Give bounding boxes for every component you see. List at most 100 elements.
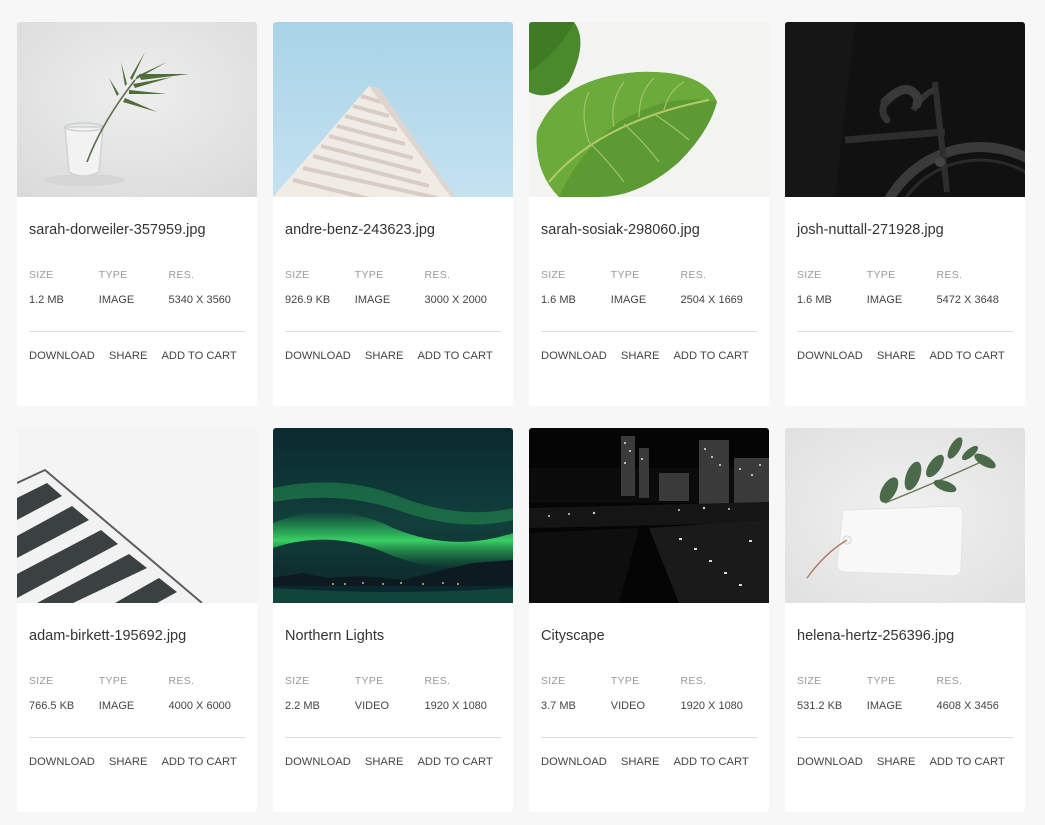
file-meta: SIZE 926.9 KB TYPE IMAGE RES. 3000 X 2000: [285, 269, 501, 307]
night-city-photo[interactable]: [529, 428, 769, 603]
type-label: TYPE: [354, 675, 384, 687]
media-card[interactable]: helena-hertz-256396.jpg SIZE 531.2 KB TYP…: [785, 428, 1025, 812]
white-building-sky-photo[interactable]: [273, 22, 513, 197]
download-button[interactable]: DOWNLOAD: [797, 755, 863, 769]
divider: [29, 737, 245, 738]
res-label: RES.: [936, 675, 963, 687]
size-value: 531.2 KB: [797, 700, 843, 712]
share-button[interactable]: SHARE: [365, 755, 404, 769]
type-value: IMAGE: [610, 294, 647, 306]
type-value: VIDEO: [610, 700, 645, 712]
share-button[interactable]: SHARE: [109, 755, 148, 769]
res-label: RES.: [936, 269, 963, 281]
divider: [29, 331, 245, 332]
type-label: TYPE: [866, 675, 896, 687]
res-value: 5472 X 3648: [936, 294, 999, 306]
size-value: 766.5 KB: [29, 700, 75, 712]
size-value: 2.2 MB: [285, 700, 320, 712]
file-name: sarah-sosiak-298060.jpg: [541, 222, 700, 238]
add-to-cart-button[interactable]: ADD TO CART: [929, 349, 1004, 363]
plant-in-glass-photo[interactable]: [17, 22, 257, 197]
res-value: 1920 X 1080: [680, 700, 743, 712]
size-value: 1.6 MB: [541, 294, 576, 306]
download-button[interactable]: DOWNLOAD: [797, 349, 863, 363]
add-to-cart-button[interactable]: ADD TO CART: [417, 755, 492, 769]
size-label: SIZE: [285, 675, 310, 687]
type-label: TYPE: [866, 269, 896, 281]
size-label: SIZE: [541, 269, 566, 281]
res-label: RES.: [168, 269, 195, 281]
download-button[interactable]: DOWNLOAD: [285, 755, 351, 769]
add-to-cart-button[interactable]: ADD TO CART: [161, 349, 236, 363]
card-actions: DOWNLOAD SHARE ADD TO CART: [29, 349, 245, 363]
divider: [797, 331, 1013, 332]
type-label: TYPE: [98, 269, 128, 281]
res-value: 3000 X 2000: [424, 294, 487, 306]
share-button[interactable]: SHARE: [877, 349, 916, 363]
share-button[interactable]: SHARE: [877, 755, 916, 769]
file-meta: SIZE 1.2 MB TYPE IMAGE RES. 5340 X 3560: [29, 269, 245, 307]
add-to-cart-button[interactable]: ADD TO CART: [929, 755, 1004, 769]
size-label: SIZE: [29, 269, 54, 281]
file-name: sarah-dorweiler-357959.jpg: [29, 222, 206, 238]
type-value: IMAGE: [98, 700, 135, 712]
media-card[interactable]: adam-birkett-195692.jpg SIZE 766.5 KB TYP…: [17, 428, 257, 812]
green-leaf-photo[interactable]: [529, 22, 769, 197]
download-button[interactable]: DOWNLOAD: [29, 755, 95, 769]
share-button[interactable]: SHARE: [621, 349, 660, 363]
type-value: IMAGE: [98, 294, 135, 306]
download-button[interactable]: DOWNLOAD: [29, 349, 95, 363]
share-button[interactable]: SHARE: [621, 755, 660, 769]
type-label: TYPE: [610, 269, 640, 281]
file-name: Northern Lights: [285, 628, 385, 644]
card-actions: DOWNLOAD SHARE ADD TO CART: [29, 755, 245, 769]
card-actions: DOWNLOAD SHARE ADD TO CART: [285, 755, 501, 769]
add-to-cart-button[interactable]: ADD TO CART: [161, 755, 236, 769]
download-button[interactable]: DOWNLOAD: [541, 755, 607, 769]
aurora-photo[interactable]: [273, 428, 513, 603]
media-card[interactable]: josh-nuttall-271928.jpg SIZE 1.6 MB TYPE I…: [785, 22, 1025, 406]
size-value: 1.6 MB: [797, 294, 832, 306]
type-value: IMAGE: [866, 700, 903, 712]
file-meta: SIZE 531.2 KB TYPE IMAGE RES. 4608 X 3456: [797, 675, 1013, 713]
download-button[interactable]: DOWNLOAD: [541, 349, 607, 363]
media-card[interactable]: andre-benz-243623.jpg SIZE 926.9 KB TYPE I…: [273, 22, 513, 406]
media-card[interactable]: Cityscape SIZE 3.7 MB TYPE VIDEO RES. 1920 …: [529, 428, 769, 812]
media-card[interactable]: sarah-sosiak-298060.jpg SIZE 1.6 MB TYPE I…: [529, 22, 769, 406]
file-name: josh-nuttall-271928.jpg: [797, 222, 944, 238]
card-actions: DOWNLOAD SHARE ADD TO CART: [541, 755, 757, 769]
striped-awning-photo[interactable]: [17, 428, 257, 603]
type-label: TYPE: [610, 675, 640, 687]
file-meta: SIZE 3.7 MB TYPE VIDEO RES. 1920 X 1080: [541, 675, 757, 713]
type-value: VIDEO: [354, 700, 389, 712]
share-button[interactable]: SHARE: [365, 349, 404, 363]
file-meta: SIZE 766.5 KB TYPE IMAGE RES. 4000 X 6000: [29, 675, 245, 713]
add-to-cart-button[interactable]: ADD TO CART: [673, 349, 748, 363]
size-label: SIZE: [797, 675, 822, 687]
res-value: 1920 X 1080: [424, 700, 487, 712]
size-value: 1.2 MB: [29, 294, 64, 306]
res-label: RES.: [424, 675, 451, 687]
card-actions: DOWNLOAD SHARE ADD TO CART: [797, 755, 1013, 769]
eucalyptus-tag-photo[interactable]: [785, 428, 1025, 603]
media-grid: sarah-dorweiler-357959.jpg SIZE 1.2 MB TY…: [17, 22, 1025, 812]
file-meta: SIZE 1.6 MB TYPE IMAGE RES. 2504 X 1669: [541, 269, 757, 307]
divider: [285, 331, 501, 332]
share-button[interactable]: SHARE: [109, 349, 148, 363]
type-value: IMAGE: [354, 294, 391, 306]
size-value: 926.9 KB: [285, 294, 331, 306]
media-card[interactable]: Northern Lights SIZE 2.2 MB TYPE VIDEO RES…: [273, 428, 513, 812]
card-actions: DOWNLOAD SHARE ADD TO CART: [285, 349, 501, 363]
file-name: adam-birkett-195692.jpg: [29, 628, 187, 644]
divider: [541, 737, 757, 738]
black-bicycle-photo[interactable]: [785, 22, 1025, 197]
add-to-cart-button[interactable]: ADD TO CART: [417, 349, 492, 363]
download-button[interactable]: DOWNLOAD: [285, 349, 351, 363]
size-label: SIZE: [285, 269, 310, 281]
media-card[interactable]: sarah-dorweiler-357959.jpg SIZE 1.2 MB TY…: [17, 22, 257, 406]
size-label: SIZE: [797, 269, 822, 281]
card-actions: DOWNLOAD SHARE ADD TO CART: [797, 349, 1013, 363]
card-actions: DOWNLOAD SHARE ADD TO CART: [541, 349, 757, 363]
add-to-cart-button[interactable]: ADD TO CART: [673, 755, 748, 769]
size-label: SIZE: [29, 675, 54, 687]
